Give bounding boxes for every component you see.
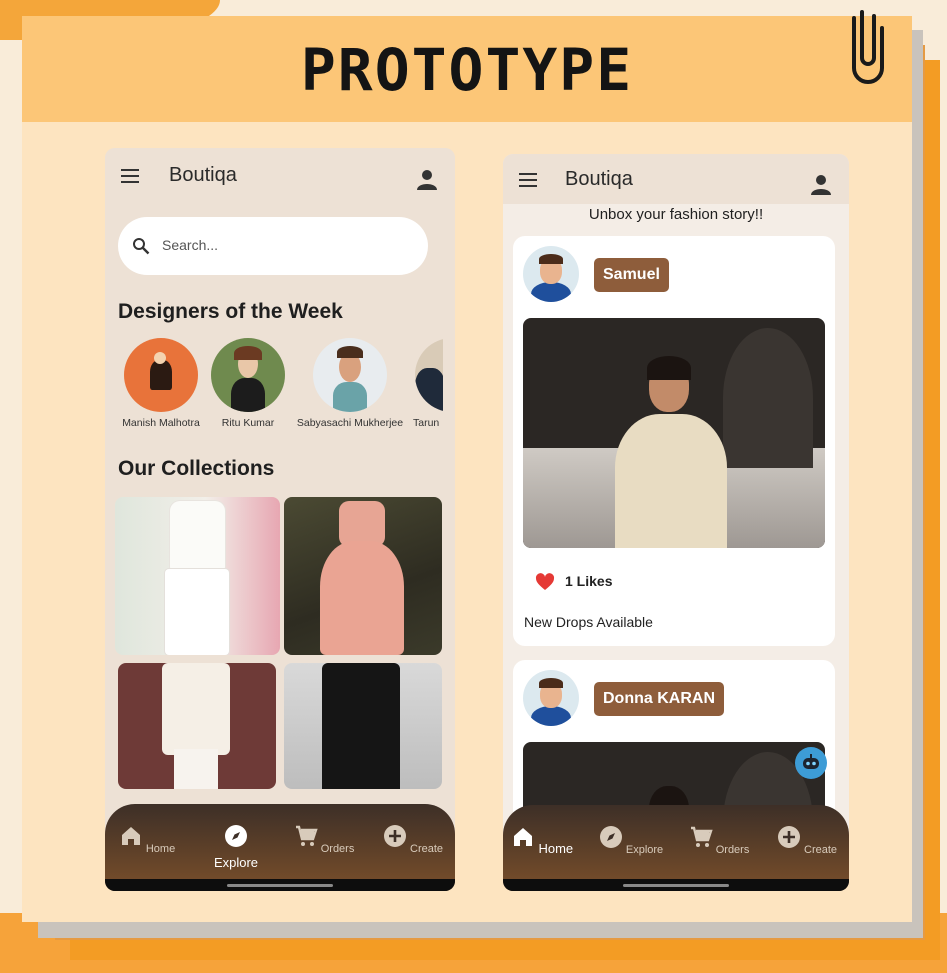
cart-icon: [295, 825, 318, 846]
profile-icon[interactable]: [809, 172, 833, 196]
nav-label: Orders: [715, 844, 750, 856]
user-avatar: [523, 670, 579, 726]
nav-label: Create: [804, 844, 838, 856]
app-title: Boutiqa: [565, 168, 633, 190]
menu-icon[interactable]: [121, 169, 139, 183]
designer-name: Sabyasachi Mukherjee: [296, 417, 404, 429]
banner: PROTOTYPE: [22, 16, 912, 122]
app-title: Boutiqa: [169, 164, 237, 186]
app-bar: Boutiqa: [503, 154, 849, 204]
banner-title: PROTOTYPE: [300, 36, 634, 104]
post-username[interactable]: Samuel: [594, 258, 669, 292]
post-image[interactable]: [523, 318, 825, 548]
bottom-navigation: Home Explore Orders Create: [105, 804, 455, 891]
designers-title: Designers of the Week: [118, 300, 343, 323]
compass-icon: [599, 826, 622, 848]
designer-name: Tarun: [413, 417, 440, 429]
nav-label: Home: [538, 841, 574, 856]
tagline: Unbox your fashion story!!: [588, 206, 764, 223]
designer-name: Manish Malhotra: [122, 417, 200, 429]
home-screen: Boutiqa Unbox your fashion story!! Samue…: [503, 154, 849, 891]
explore-screen: Boutiqa Search... Designers of the Week …: [105, 148, 455, 891]
paperclip-icon: [852, 10, 884, 84]
designer-card[interactable]: Manish Malhotra: [118, 338, 204, 429]
heart-icon[interactable]: [535, 573, 555, 591]
collection-item[interactable]: [118, 663, 276, 789]
home-indicator: [227, 884, 333, 887]
nav-orders[interactable]: Orders: [684, 825, 754, 856]
designer-avatar: [211, 338, 285, 412]
nav-home[interactable]: Home: [112, 824, 182, 855]
collection-item[interactable]: [284, 497, 442, 655]
bottom-navigation: Home Explore Orders Create: [503, 805, 849, 891]
app-bar: Boutiqa: [105, 148, 455, 204]
search-input[interactable]: Search...: [118, 217, 428, 275]
designer-avatar: [313, 338, 387, 412]
nav-orders[interactable]: Orders: [289, 824, 359, 855]
nav-label: Explore: [625, 844, 664, 856]
nav-label: Orders: [320, 843, 355, 855]
designers-carousel[interactable]: Manish Malhotra Ritu Kumar Sabyasachi Mu…: [105, 338, 455, 438]
home-icon: [121, 827, 140, 845]
likes-count: 1 Likes: [535, 573, 612, 591]
post-card[interactable]: Samuel 1 Likes New Drops Available: [513, 236, 835, 646]
add-circle-icon: [383, 825, 406, 847]
cart-icon: [690, 826, 713, 847]
collection-item[interactable]: [115, 497, 280, 655]
add-circle-icon: [777, 826, 800, 848]
nav-home[interactable]: Home: [507, 825, 577, 856]
designer-card[interactable]: Ritu Kumar: [211, 338, 285, 429]
nav-label: Create: [410, 843, 444, 855]
collections-title: Our Collections: [118, 457, 275, 480]
nav-label: Home: [145, 843, 176, 855]
designer-avatar: [415, 338, 443, 412]
compass-icon: [225, 825, 247, 847]
chatbot-icon[interactable]: [795, 747, 827, 779]
nav-explore[interactable]: Explore: [201, 824, 271, 870]
search-placeholder: Search...: [162, 237, 219, 253]
nav-explore[interactable]: Explore: [596, 825, 666, 856]
post-username[interactable]: Donna KARAN: [594, 682, 724, 716]
designer-name: Ritu Kumar: [221, 417, 275, 429]
nav-create[interactable]: Create: [772, 825, 842, 856]
nav-create[interactable]: Create: [378, 824, 448, 855]
post-caption: New Drops Available: [524, 614, 653, 630]
likes-label: 1 Likes: [565, 573, 613, 589]
designer-card[interactable]: Sabyasachi Mukherjee: [292, 338, 408, 429]
designer-card[interactable]: Tarun: [413, 338, 443, 429]
designer-avatar: [124, 338, 198, 412]
search-icon: [133, 238, 150, 255]
nav-label: Explore: [213, 855, 259, 870]
collection-item[interactable]: [284, 663, 442, 789]
menu-icon[interactable]: [519, 173, 537, 187]
home-icon: [513, 828, 532, 846]
home-indicator: [623, 884, 729, 887]
profile-icon[interactable]: [415, 167, 439, 191]
user-avatar: [523, 246, 579, 302]
